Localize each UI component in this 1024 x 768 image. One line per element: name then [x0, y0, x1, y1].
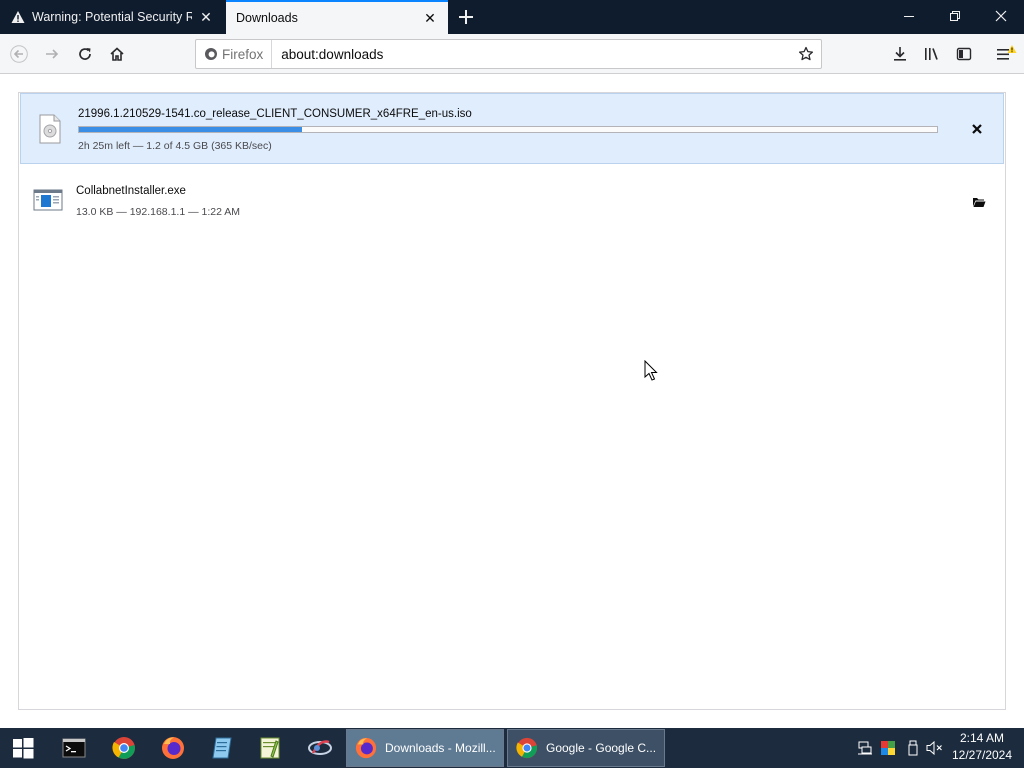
download-status: 2h 25m left — 1.2 of 4.5 GB (365 KB/sec) — [78, 140, 272, 152]
terminal-icon — [62, 738, 86, 758]
windows-logo-icon — [13, 738, 34, 759]
disc-file-icon — [39, 114, 61, 144]
chrome-icon — [112, 737, 135, 759]
bookmark-star-button[interactable] — [793, 41, 819, 67]
home-button[interactable] — [103, 40, 131, 68]
minimize-icon — [904, 16, 914, 17]
library-button[interactable] — [918, 40, 946, 68]
nav-bar: Firefox about:downloads — [0, 34, 1024, 74]
forward-arrow-icon — [46, 49, 59, 59]
volume-muted-icon — [926, 740, 942, 756]
color-palette-icon — [881, 741, 895, 755]
taskbar-chrome[interactable] — [105, 732, 143, 764]
back-button[interactable] — [5, 40, 33, 68]
firefox-logo-icon — [205, 48, 217, 60]
new-tab-button[interactable] — [454, 5, 478, 29]
installer-file-icon — [33, 189, 63, 211]
firefox-icon — [355, 737, 377, 759]
close-tab-icon[interactable]: ✕ — [198, 9, 214, 25]
minimize-button[interactable] — [886, 0, 932, 32]
identity-box[interactable]: Firefox — [196, 40, 273, 68]
downloads-list: 21996.1.210529-1541.co_release_CLIENT_CO… — [18, 92, 1006, 710]
clock-time: 2:14 AM — [959, 731, 1005, 745]
chrome-icon — [516, 737, 538, 759]
download-filename: CollabnetInstaller.exe — [76, 185, 186, 197]
back-arrow-icon — [10, 45, 28, 63]
plus-icon — [459, 10, 473, 24]
taskbar-firefox[interactable] — [154, 732, 192, 764]
reload-icon — [79, 48, 91, 60]
task-label: Downloads - Mozill... — [385, 741, 496, 755]
tray-network[interactable] — [856, 738, 874, 758]
notepadpp-icon — [260, 737, 280, 759]
taskbar-clock[interactable]: 2:14 AM 12/27/2024 — [944, 730, 1020, 766]
download-item-iso[interactable]: 21996.1.210529-1541.co_release_CLIENT_CO… — [20, 93, 1004, 164]
tab-title: Warning: Potential Security Risk — [32, 10, 192, 24]
tab-security-warning[interactable]: Warning: Potential Security Risk ✕ — [0, 0, 224, 34]
restore-icon — [950, 11, 960, 21]
close-window-button[interactable] — [978, 0, 1024, 32]
sidebar-icon — [956, 47, 972, 61]
taskbar-notepad[interactable] — [203, 732, 241, 764]
taskbar-app[interactable] — [301, 732, 339, 764]
taskbar-task-firefox[interactable]: Downloads - Mozill... — [346, 729, 504, 767]
restore-button[interactable] — [932, 0, 978, 32]
app-icon — [308, 740, 332, 755]
download-progress-bar — [78, 126, 938, 133]
tab-downloads[interactable]: Downloads ✕ — [226, 0, 448, 34]
download-item-exe[interactable]: CollabnetInstaller.exe 13.0 KB — 192.168… — [19, 173, 1005, 233]
cancel-download-button[interactable] — [965, 117, 989, 141]
mouse-cursor-icon — [644, 360, 658, 381]
identity-label: Firefox — [222, 46, 264, 62]
sidebar-button[interactable] — [950, 40, 978, 68]
hamburger-menu-icon — [997, 45, 1017, 60]
reload-button[interactable] — [71, 40, 99, 68]
tray-volume[interactable] — [926, 738, 944, 758]
forward-button[interactable] — [38, 40, 66, 68]
taskbar: Downloads - Mozill... Google - Google C.… — [0, 728, 1024, 768]
firefox-icon — [162, 737, 184, 759]
folder-icon — [973, 198, 986, 207]
notepad-icon — [212, 737, 232, 759]
close-tab-icon[interactable]: ✕ — [422, 10, 438, 26]
open-containing-folder-button[interactable] — [967, 190, 991, 214]
taskbar-notepadpp[interactable] — [251, 732, 289, 764]
download-arrow-icon — [894, 47, 906, 61]
warning-icon — [10, 9, 26, 25]
downloads-button[interactable] — [886, 40, 914, 68]
tray-color-app[interactable] — [879, 738, 897, 758]
url-text[interactable]: about:downloads — [272, 47, 793, 62]
taskbar-task-chrome[interactable]: Google - Google C... — [507, 729, 665, 767]
menu-button[interactable] — [992, 40, 1020, 68]
url-bar[interactable]: Firefox about:downloads — [195, 39, 822, 69]
tray-usb[interactable] — [904, 738, 922, 758]
taskbar-terminal[interactable] — [55, 732, 93, 764]
clock-date: 12/27/2024 — [951, 748, 1013, 762]
star-icon — [798, 46, 814, 61]
network-icon — [858, 741, 872, 755]
close-icon — [995, 10, 1007, 22]
library-icon — [925, 48, 938, 60]
tab-strip: Warning: Potential Security Risk ✕ Downl… — [0, 0, 1024, 34]
tab-title: Downloads — [236, 11, 298, 25]
download-status: 13.0 KB — 192.168.1.1 — 1:22 AM — [76, 206, 241, 218]
progress-fill — [79, 127, 303, 132]
task-label: Google - Google C... — [546, 741, 657, 755]
home-icon — [110, 47, 124, 61]
close-icon — [972, 124, 982, 134]
usb-drive-icon — [908, 740, 918, 756]
start-button[interactable] — [4, 732, 42, 764]
download-filename: 21996.1.210529-1541.co_release_CLIENT_CO… — [78, 108, 472, 120]
